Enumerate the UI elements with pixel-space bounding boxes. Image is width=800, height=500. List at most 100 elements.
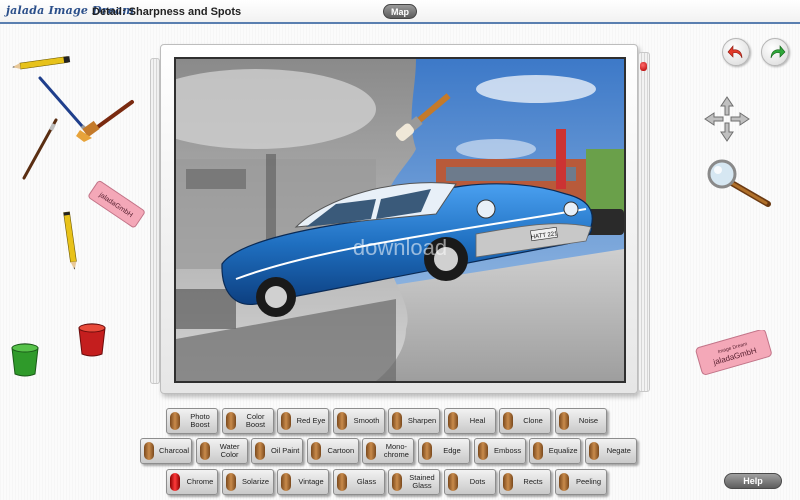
effect-rects-button[interactable]: Rects	[499, 469, 551, 495]
effect-vintage-button[interactable]: Vintage	[277, 469, 329, 495]
effect-red-eye-button[interactable]: Red Eye	[277, 408, 329, 434]
effect-indicator-icon	[558, 412, 569, 430]
effect-indicator-icon	[447, 412, 458, 430]
sharpness-slider-knob[interactable]	[640, 62, 647, 71]
effect-label: Charcoal	[158, 446, 189, 455]
effect-mono-chrome-button[interactable]: Mono-chrome	[362, 438, 415, 464]
effect-label: Heal	[469, 416, 486, 425]
effect-indicator-icon	[336, 412, 347, 430]
effect-indicator-icon	[144, 442, 154, 460]
effect-smooth-button[interactable]: Smooth	[332, 408, 385, 434]
effect-sharpen-button[interactable]: Sharpen	[388, 408, 440, 434]
effect-label: Oil Paint	[271, 446, 300, 455]
undo-button[interactable]	[722, 38, 750, 66]
green-paint-bucket[interactable]	[8, 338, 42, 382]
effect-label: Equalize	[548, 446, 578, 455]
effect-label: Sharpen	[407, 416, 437, 425]
effect-indicator-icon	[392, 412, 402, 430]
undo-arrow-icon	[727, 45, 743, 59]
effect-label: Color Boost	[245, 412, 266, 429]
effect-label: Cartoon	[327, 446, 355, 455]
effect-cartoon-button[interactable]: Cartoon	[306, 438, 359, 464]
effect-glass-button[interactable]: Glass	[332, 469, 385, 495]
effect-indicator-icon	[503, 473, 513, 491]
photo-canvas[interactable]: HATT 221 download	[174, 57, 626, 383]
effect-photo-boost-button[interactable]: Photo Boost	[166, 408, 218, 434]
effect-clone-button[interactable]: Clone	[499, 408, 551, 434]
move-tool[interactable]	[702, 94, 752, 148]
move-arrows-icon	[704, 96, 750, 142]
help-button[interactable]: Help	[724, 473, 782, 489]
effect-label: Glass	[356, 477, 377, 486]
effect-label: Chrome	[186, 477, 214, 486]
effect-indicator-icon	[558, 473, 569, 491]
effect-negate-button[interactable]: Negate	[584, 438, 637, 464]
effect-label: Clone	[523, 416, 543, 425]
map-button[interactable]: Map	[383, 4, 417, 19]
effect-indicator-icon	[310, 442, 321, 460]
effect-indicator-icon	[422, 442, 432, 460]
effect-indicator-icon	[336, 473, 347, 491]
effect-emboss-button[interactable]: Emboss	[473, 438, 526, 464]
effect-peeling-button[interactable]: Peeling	[554, 469, 607, 495]
effect-indicator-icon	[447, 473, 458, 491]
pencil-icon	[12, 56, 71, 70]
watermark-text: download	[353, 235, 447, 260]
left-frame-bar	[150, 58, 160, 384]
effect-indicator-icon	[533, 442, 544, 460]
effect-equalize-button[interactable]: Equalize	[529, 438, 582, 464]
zoom-tool[interactable]	[706, 158, 772, 214]
effect-indicator-icon	[225, 473, 236, 491]
title-bar: jalada Image Dream Detail: Sharpness and…	[0, 0, 800, 24]
eraser-icon: jaladaGmbH	[88, 180, 145, 228]
effect-edge-button[interactable]: Edge	[418, 438, 470, 464]
effect-oil-paint-button[interactable]: Oil Paint	[251, 438, 304, 464]
fine-brush-tool[interactable]	[18, 116, 62, 186]
red-paint-bucket[interactable]	[76, 318, 108, 362]
pencil-tool[interactable]	[10, 54, 74, 76]
effect-label: Solarize	[241, 477, 270, 486]
effect-heal-button[interactable]: Heal	[443, 408, 496, 434]
effect-dots-button[interactable]: Dots	[443, 469, 496, 495]
effect-label: Peeling	[575, 477, 602, 486]
effect-chrome-button[interactable]: Chrome	[166, 469, 218, 495]
sharpness-slider-track[interactable]	[638, 52, 650, 392]
eraser-tool[interactable]: jaladaGmbH	[84, 180, 148, 234]
redo-button[interactable]	[761, 38, 789, 66]
effect-charcoal-button[interactable]: Charcoal	[140, 438, 192, 464]
color-pencil-tool[interactable]	[60, 204, 80, 274]
effect-noise-button[interactable]: Noise	[554, 408, 607, 434]
effect-indicator-icon	[281, 473, 291, 491]
effect-label: Smooth	[353, 416, 380, 425]
effect-indicator-icon	[281, 412, 291, 430]
magnifier-icon	[707, 159, 771, 207]
effect-indicator-icon	[199, 442, 210, 460]
eraser-right-icon: Image Dream jaladaGmbH	[695, 329, 772, 375]
effect-indicator-icon	[392, 473, 402, 491]
effect-water-color-button[interactable]: Water Color	[195, 438, 248, 464]
effect-label: Vintage	[298, 477, 324, 486]
effect-label: Edge	[443, 446, 461, 455]
effect-indicator-icon	[588, 442, 599, 460]
effect-label: Negate	[606, 446, 631, 455]
effect-label: Noise	[578, 416, 599, 425]
car-photo: HATT 221 download	[176, 59, 624, 381]
effect-indicator-icon	[366, 442, 377, 460]
green-bucket-icon	[11, 343, 39, 377]
effect-label: Photo Boost	[190, 412, 210, 429]
effect-solarize-button[interactable]: Solarize	[221, 469, 274, 495]
effect-label: Stained Glass	[409, 473, 435, 490]
effect-indicator-icon	[225, 412, 236, 430]
effect-color-boost-button[interactable]: Color Boost	[221, 408, 274, 434]
effect-stained-glass-button[interactable]: Stained Glass	[388, 469, 440, 495]
effect-indicator-icon	[477, 442, 488, 460]
effect-indicator-icon	[170, 473, 180, 491]
eraser-right-tool[interactable]: Image Dream jaladaGmbH	[694, 329, 774, 380]
effect-label: Mono-chrome	[383, 442, 409, 459]
effect-indicator-icon	[170, 412, 180, 430]
effect-label: Rects	[523, 477, 543, 486]
effect-label: Red Eye	[296, 416, 326, 425]
effect-indicator-icon	[503, 412, 513, 430]
color-pencil-icon	[63, 211, 77, 270]
effect-indicator-icon	[255, 442, 266, 460]
